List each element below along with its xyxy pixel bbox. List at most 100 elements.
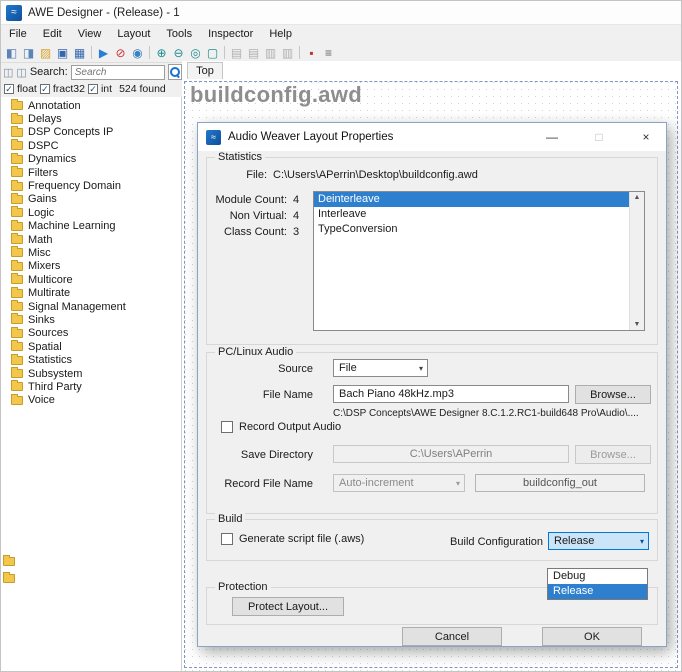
menubar: File Edit View Layout Tools Inspector He… bbox=[1, 25, 681, 43]
listbox-item-deinterleave[interactable]: Deinterleave bbox=[314, 192, 629, 207]
tree-item-sources[interactable]: Sources bbox=[1, 327, 181, 340]
tree-item-signal-management[interactable]: Signal Management bbox=[1, 300, 181, 313]
tree-item-dspc[interactable]: DSPC bbox=[1, 139, 181, 152]
record-output-row: Record Output Audio bbox=[221, 421, 341, 433]
panel-right-icon[interactable]: ◨ bbox=[20, 44, 37, 61]
menu-edit[interactable]: Edit bbox=[35, 28, 70, 40]
search-button[interactable] bbox=[168, 64, 182, 80]
ok-button[interactable]: OK bbox=[542, 627, 642, 646]
tree-item-dsp-concepts-ip[interactable]: DSP Concepts IP bbox=[1, 126, 181, 139]
record-output-checkbox[interactable] bbox=[221, 421, 233, 433]
source-label: Source bbox=[207, 363, 313, 375]
tree-item-voice[interactable]: Voice bbox=[1, 394, 181, 407]
build-configuration-combobox[interactable]: Release ▾ bbox=[548, 532, 649, 550]
search-input[interactable] bbox=[71, 65, 165, 80]
dialog-maximize-button[interactable]: □ bbox=[579, 123, 619, 151]
scroll-down-icon[interactable]: ▼ bbox=[634, 319, 641, 330]
zoom-in-icon[interactable]: ⊕ bbox=[153, 44, 170, 61]
breakpoint-icon[interactable]: ▪ bbox=[303, 44, 320, 61]
dock-toggle-icon[interactable]: ◫ bbox=[3, 66, 13, 79]
tree-item-misc[interactable]: Misc bbox=[1, 246, 181, 259]
panel-left-icon[interactable]: ◧ bbox=[3, 44, 20, 61]
tree-item-machine-learning[interactable]: Machine Learning bbox=[1, 220, 181, 233]
menu-layout[interactable]: Layout bbox=[109, 28, 158, 40]
palette-folder-icon[interactable] bbox=[3, 574, 15, 583]
menu-tools[interactable]: Tools bbox=[158, 28, 200, 40]
listbox-scrollbar[interactable]: ▲ ▼ bbox=[629, 192, 644, 330]
generate-script-checkbox[interactable] bbox=[221, 533, 233, 545]
filter-fract32-checkbox[interactable]: ✓ bbox=[40, 84, 50, 94]
folder-icon bbox=[11, 248, 23, 257]
palette-folder-icon[interactable] bbox=[3, 557, 15, 566]
zoom-fit-icon[interactable]: ◎ bbox=[187, 44, 204, 61]
align-bottom-icon[interactable]: ▥ bbox=[279, 44, 296, 61]
browse-file-button[interactable]: Browse... bbox=[575, 385, 651, 404]
module-tree: Annotation Delays DSP Concepts IP DSPC D… bbox=[1, 97, 182, 671]
search-result-count: 524 found bbox=[119, 83, 166, 95]
tree-item-label: Misc bbox=[28, 247, 51, 259]
cancel-button[interactable]: Cancel bbox=[402, 627, 502, 646]
folder-icon bbox=[11, 208, 23, 217]
menu-inspector[interactable]: Inspector bbox=[200, 28, 261, 40]
dialog-close-button[interactable]: × bbox=[626, 123, 666, 151]
tree-item-label: Voice bbox=[28, 394, 55, 406]
align-top-icon[interactable]: ▥ bbox=[262, 44, 279, 61]
dialog-titlebar[interactable]: ≈ Audio Weaver Layout Properties — □ × bbox=[198, 123, 666, 151]
tree-item-frequency-domain[interactable]: Frequency Domain bbox=[1, 179, 181, 192]
tree-item-logic[interactable]: Logic bbox=[1, 206, 181, 219]
grid-toggle-icon[interactable]: ◫ bbox=[16, 66, 26, 79]
target-connect-icon[interactable]: ◉ bbox=[129, 44, 146, 61]
folder-icon bbox=[11, 155, 23, 164]
audio-legend: PC/Linux Audio bbox=[215, 346, 296, 358]
open-folder-icon[interactable]: ▨ bbox=[37, 44, 54, 61]
save-all-icon[interactable]: ▦ bbox=[71, 44, 88, 61]
file-name-input[interactable]: Bach Piano 48kHz.mp3 bbox=[333, 385, 569, 403]
menu-help[interactable]: Help bbox=[261, 28, 300, 40]
save-icon[interactable]: ▣ bbox=[54, 44, 71, 61]
tree-item-math[interactable]: Math bbox=[1, 233, 181, 246]
folder-icon bbox=[11, 315, 23, 324]
filter-float-checkbox[interactable]: ✓ bbox=[4, 84, 14, 94]
type-filter-row: ✓ float ✓ fract32 ✓ int 524 found bbox=[1, 81, 182, 97]
folder-icon bbox=[11, 369, 23, 378]
tree-item-spatial[interactable]: Spatial bbox=[1, 340, 181, 353]
folder-icon bbox=[11, 141, 23, 150]
tree-item-mixers[interactable]: Mixers bbox=[1, 260, 181, 273]
dropdown-option-release[interactable]: Release bbox=[548, 584, 647, 599]
module-count-label: Module Count: bbox=[213, 194, 287, 206]
tree-item-sinks[interactable]: Sinks bbox=[1, 313, 181, 326]
zoom-selection-icon[interactable]: ▢ bbox=[204, 44, 221, 61]
filter-int-checkbox[interactable]: ✓ bbox=[88, 84, 98, 94]
tree-item-gains[interactable]: Gains bbox=[1, 193, 181, 206]
align-right-icon[interactable]: ▤ bbox=[245, 44, 262, 61]
halt-icon[interactable]: ⊘ bbox=[112, 44, 129, 61]
build-configuration-value: Release bbox=[554, 535, 594, 547]
listbox-item-interleave[interactable]: Interleave bbox=[314, 207, 629, 222]
route-list-icon[interactable]: ≡ bbox=[320, 44, 337, 61]
menu-file[interactable]: File bbox=[1, 28, 35, 40]
folder-icon bbox=[11, 128, 23, 137]
tree-item-delays[interactable]: Delays bbox=[1, 112, 181, 125]
folder-icon bbox=[11, 262, 23, 271]
tree-item-subsystem[interactable]: Subsystem bbox=[1, 367, 181, 380]
tab-top[interactable]: Top bbox=[187, 62, 223, 79]
tree-item-annotation[interactable]: Annotation bbox=[1, 99, 181, 112]
tree-item-multicore[interactable]: Multicore bbox=[1, 273, 181, 286]
folder-icon bbox=[11, 342, 23, 351]
tree-item-dynamics[interactable]: Dynamics bbox=[1, 153, 181, 166]
tree-item-third-party[interactable]: Third Party bbox=[1, 380, 181, 393]
dialog-app-icon: ≈ bbox=[206, 130, 221, 145]
align-left-icon[interactable]: ▤ bbox=[228, 44, 245, 61]
run-icon[interactable]: ▶ bbox=[95, 44, 112, 61]
tree-item-multirate[interactable]: Multirate bbox=[1, 286, 181, 299]
tree-item-statistics[interactable]: Statistics bbox=[1, 353, 181, 366]
dropdown-option-debug[interactable]: Debug bbox=[548, 569, 647, 584]
menu-view[interactable]: View bbox=[70, 28, 110, 40]
source-combobox[interactable]: File ▾ bbox=[333, 359, 428, 377]
dialog-minimize-button[interactable]: — bbox=[532, 123, 572, 151]
protect-layout-button[interactable]: Protect Layout... bbox=[232, 597, 344, 616]
scroll-up-icon[interactable]: ▲ bbox=[634, 192, 641, 203]
zoom-out-icon[interactable]: ⊖ bbox=[170, 44, 187, 61]
tree-item-filters[interactable]: Filters bbox=[1, 166, 181, 179]
listbox-item-typeconversion[interactable]: TypeConversion bbox=[314, 222, 629, 237]
